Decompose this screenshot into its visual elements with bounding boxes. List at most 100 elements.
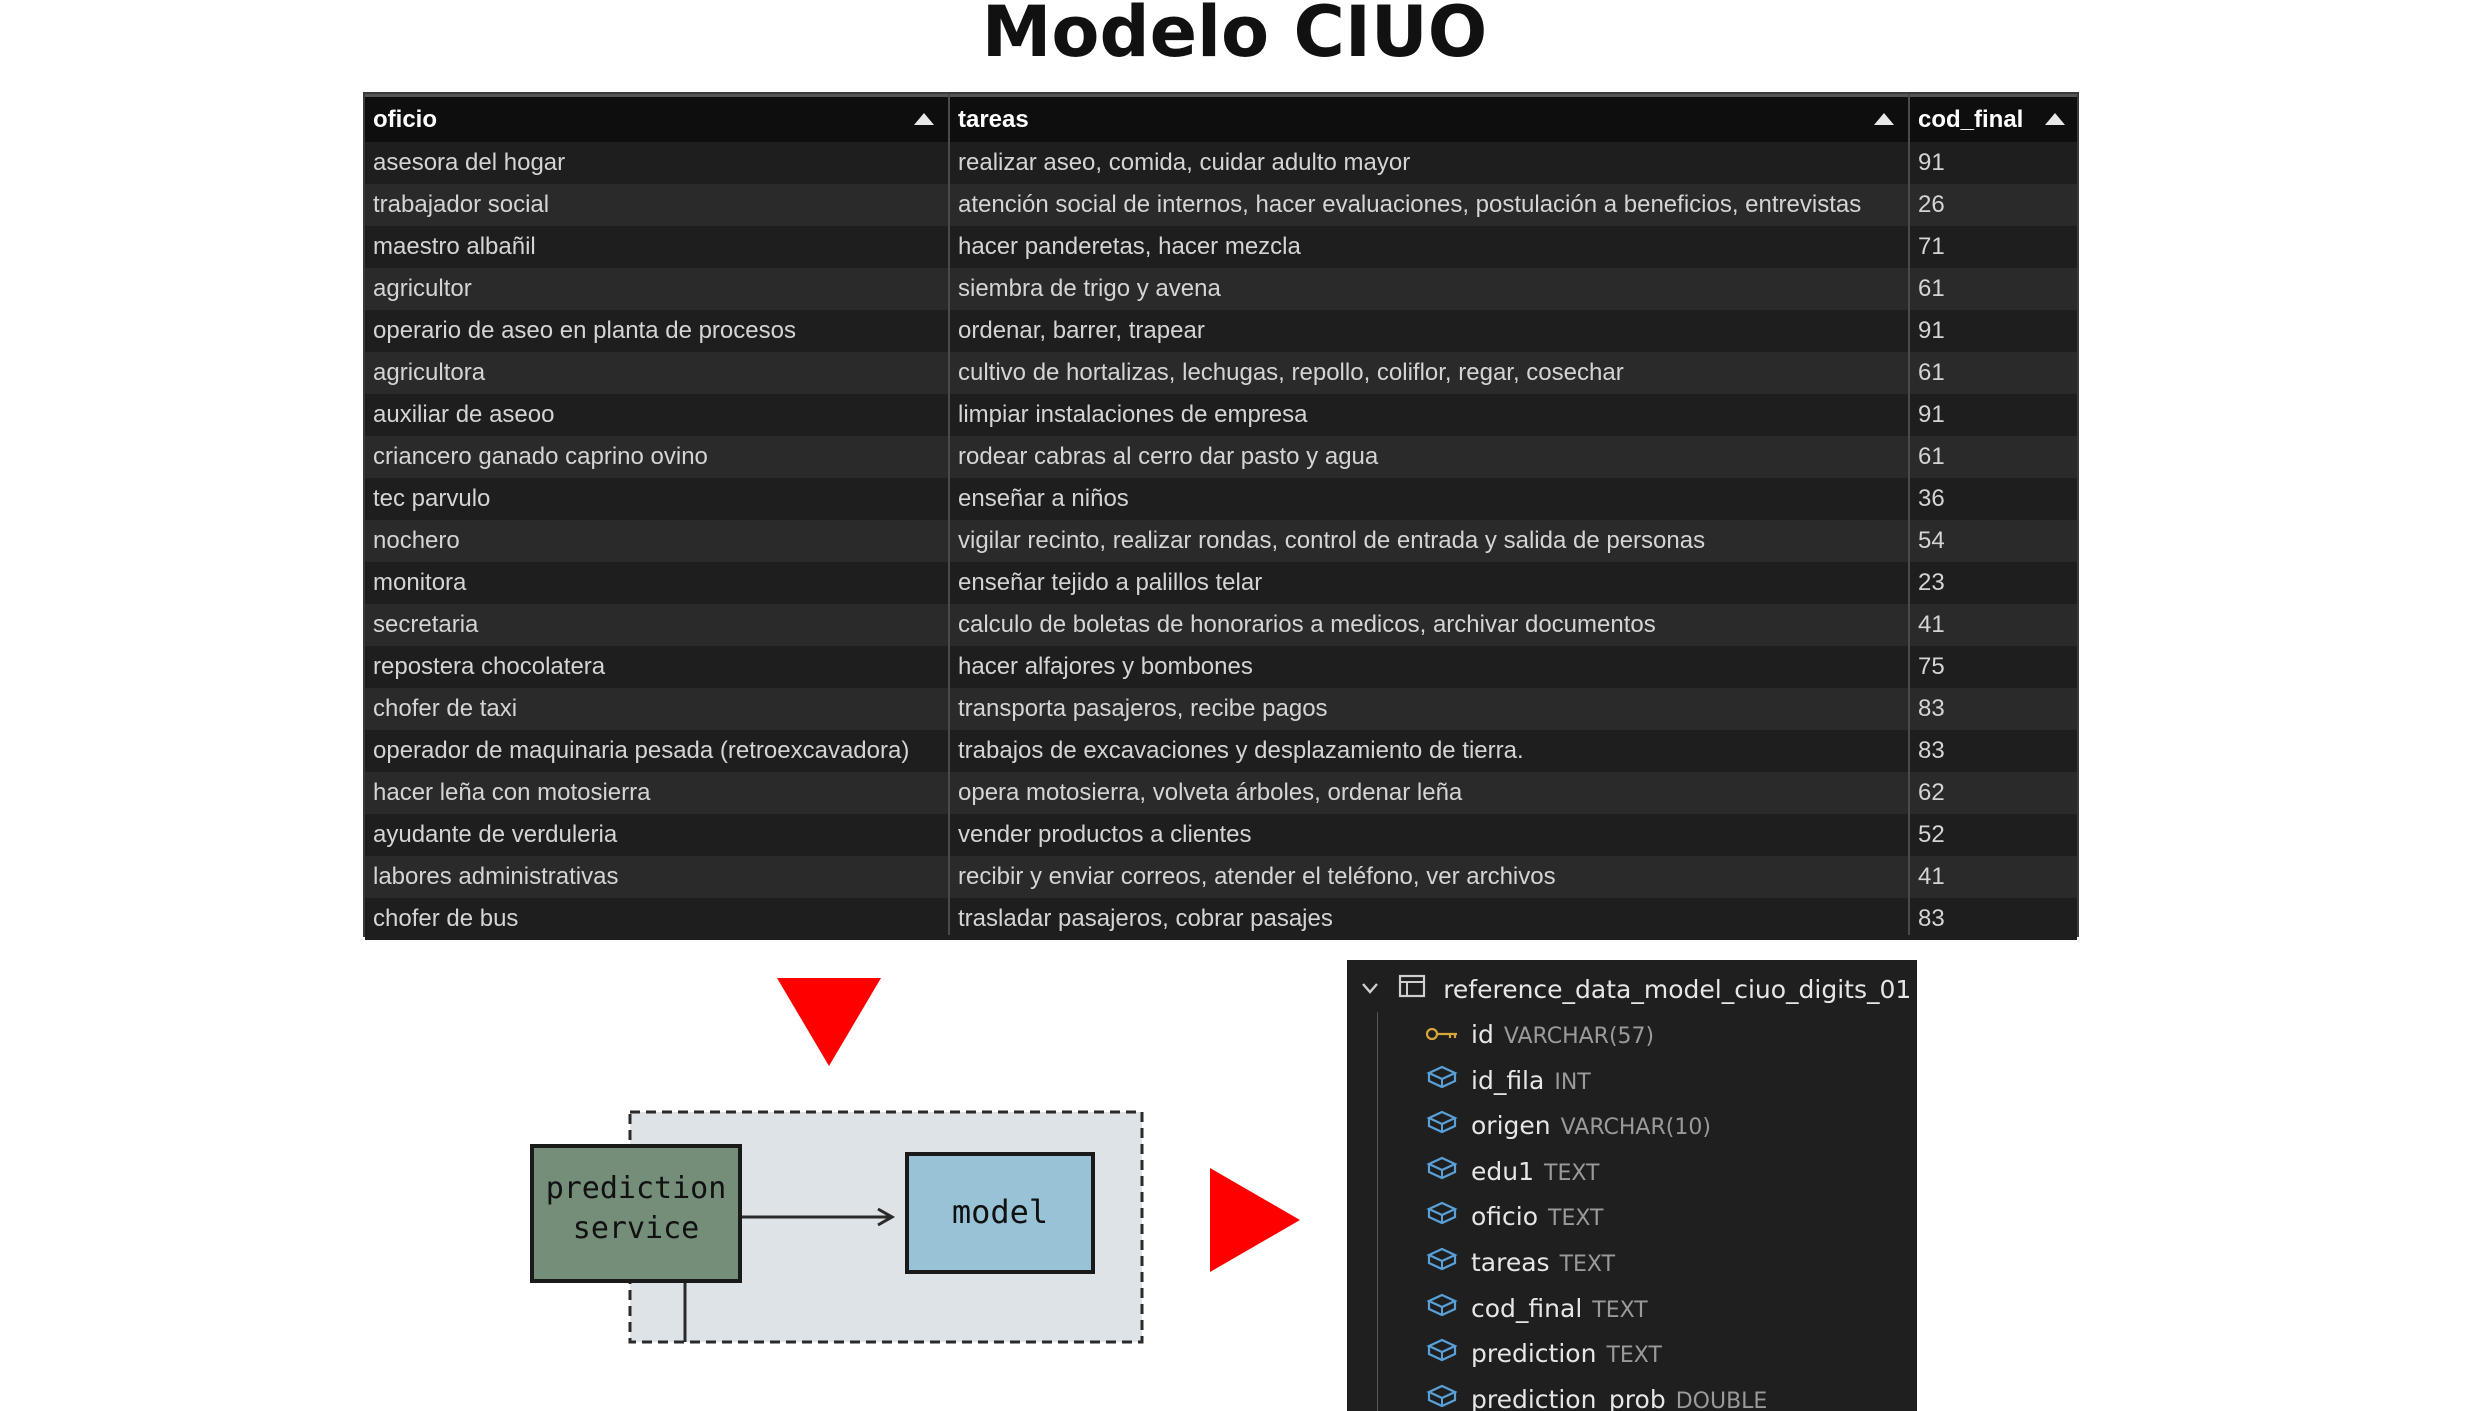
table-row[interactable]: operario de aseo en planta de procesos or…	[365, 310, 2077, 352]
table-cell-oficio[interactable]: operario de aseo en planta de procesos	[365, 310, 950, 352]
column-node[interactable]: prediction TEXT	[1425, 1334, 1662, 1374]
table-node[interactable]: reference_data_model_ciuo_digits_01	[1359, 970, 1911, 1010]
table-row[interactable]: auxiliar de aseoo limpiar instalaciones d…	[365, 394, 2077, 436]
table-cell-tareas[interactable]: atención social de internos, hacer evalu…	[950, 184, 1910, 226]
table-cell-tareas[interactable]: ordenar, barrer, trapear	[950, 310, 1910, 352]
table-cell-cod-final[interactable]: 61	[1910, 268, 2081, 310]
sort-ascending-icon[interactable]	[1874, 113, 1894, 125]
column-divider[interactable]	[948, 94, 950, 935]
table-row[interactable]: labores administrativas recibir y enviar …	[365, 856, 2077, 898]
table-cell-tareas[interactable]: calculo de boletas de honorarios a medic…	[950, 604, 1910, 646]
table-cell-oficio[interactable]: ayudante de verduleria	[365, 814, 950, 856]
table-cell-tareas[interactable]: trasladar pasajeros, cobrar pasajes	[950, 898, 1910, 940]
table-cell-cod-final[interactable]: 75	[1910, 646, 2081, 688]
table-cell-oficio[interactable]: criancero ganado caprino ovino	[365, 436, 950, 478]
table-cell-cod-final[interactable]: 71	[1910, 226, 2081, 268]
table-row[interactable]: operador de maquinaria pesada (retroexca…	[365, 730, 2077, 772]
table-cell-oficio[interactable]: tec parvulo	[365, 478, 950, 520]
table-cell-cod-final[interactable]: 83	[1910, 730, 2081, 772]
column-header-tareas[interactable]: tareas	[950, 97, 1910, 142]
column-node[interactable]: cod_final TEXT	[1425, 1289, 1648, 1329]
data-table: oficio tareas cod_final asesora del hoga…	[363, 92, 2081, 940]
table-row[interactable]: repostera chocolatera hacer alfajores y b…	[365, 646, 2077, 688]
table-cell-cod-final[interactable]: 83	[1910, 898, 2081, 940]
table-cell-tareas[interactable]: trabajos de excavaciones y desplazamient…	[950, 730, 1910, 772]
table-row[interactable]: chofer de bus trasladar pasajeros, cobrar…	[365, 898, 2077, 940]
table-cell-tareas[interactable]: enseñar tejido a palillos telar	[950, 562, 1910, 604]
table-cell-tareas[interactable]: rodear cabras al cerro dar pasto y agua	[950, 436, 1910, 478]
table-cell-oficio[interactable]: repostera chocolatera	[365, 646, 950, 688]
table-row[interactable]: nochero vigilar recinto, realizar rondas,…	[365, 520, 2077, 562]
table-cell-oficio[interactable]: maestro albañil	[365, 226, 950, 268]
table-cell-oficio[interactable]: monitora	[365, 562, 950, 604]
table-cell-cod-final[interactable]: 83	[1910, 688, 2081, 730]
table-cell-oficio[interactable]: chofer de taxi	[365, 688, 950, 730]
table-row[interactable]: tec parvulo enseñar a niños 36	[365, 478, 2077, 520]
table-cell-tareas[interactable]: opera motosierra, volveta árboles, orden…	[950, 772, 1910, 814]
table-row[interactable]: maestro albañil hacer panderetas, hacer m…	[365, 226, 2077, 268]
table-row[interactable]: hacer leña con motosierra opera motosierr…	[365, 772, 2077, 814]
table-cell-tareas[interactable]: recibir y enviar correos, atender el tel…	[950, 856, 1910, 898]
table-cell-tareas[interactable]: cultivo de hortalizas, lechugas, repollo…	[950, 352, 1910, 394]
table-cell-tareas[interactable]: vender productos a clientes	[950, 814, 1910, 856]
table-row[interactable]: chofer de taxi transporta pasajeros, reci…	[365, 688, 2077, 730]
table-row[interactable]: asesora del hogar realizar aseo, comida, …	[365, 142, 2077, 184]
column-node[interactable]: origen VARCHAR(10)	[1425, 1106, 1711, 1146]
schema-tree-panel: reference_data_model_ciuo_digits_01 id VA…	[1347, 960, 1917, 1411]
table-row[interactable]: ayudante de verduleria vender productos a…	[365, 814, 2077, 856]
sort-ascending-icon[interactable]	[914, 113, 934, 125]
table-cell-tareas[interactable]: transporta pasajeros, recibe pagos	[950, 688, 1910, 730]
table-cell-cod-final[interactable]: 41	[1910, 604, 2081, 646]
column-divider[interactable]	[1908, 94, 1910, 935]
column-header-oficio[interactable]: oficio	[365, 97, 950, 142]
table-cell-oficio[interactable]: agricultora	[365, 352, 950, 394]
table-cell-oficio[interactable]: nochero	[365, 520, 950, 562]
column-header-cod-final[interactable]: cod_final	[1910, 97, 2081, 142]
table-cell-cod-final[interactable]: 91	[1910, 310, 2081, 352]
table-cell-tareas[interactable]: hacer panderetas, hacer mezcla	[950, 226, 1910, 268]
table-cell-tareas[interactable]: enseñar a niños	[950, 478, 1910, 520]
table-cell-oficio[interactable]: operador de maquinaria pesada (retroexca…	[365, 730, 950, 772]
column-node[interactable]: tareas TEXT	[1425, 1243, 1615, 1283]
column-node[interactable]: id VARCHAR(57)	[1425, 1015, 1654, 1055]
column-node[interactable]: oficio TEXT	[1425, 1197, 1604, 1237]
table-cell-oficio[interactable]: labores administrativas	[365, 856, 950, 898]
table-row[interactable]: monitora enseñar tejido a palillos telar 2…	[365, 562, 2077, 604]
table-row[interactable]: secretaria calculo de boletas de honorari…	[365, 604, 2077, 646]
column-header-label: cod_final	[1918, 106, 2024, 133]
table-cell-cod-final[interactable]: 36	[1910, 478, 2081, 520]
right-arrow-icon	[1210, 1168, 1300, 1272]
column-name: oficio	[1471, 1202, 1539, 1232]
table-cell-oficio[interactable]: auxiliar de aseoo	[365, 394, 950, 436]
column-node[interactable]: id_fila INT	[1425, 1061, 1591, 1101]
table-cell-oficio[interactable]: hacer leña con motosierra	[365, 772, 950, 814]
table-row[interactable]: trabajador social atención social de inte…	[365, 184, 2077, 226]
column-node[interactable]: edu1 TEXT	[1425, 1152, 1599, 1192]
chevron-down-icon[interactable]	[1359, 974, 1381, 1014]
table-cell-oficio[interactable]: chofer de bus	[365, 898, 950, 940]
table-cell-tareas[interactable]: siembra de trigo y avena	[950, 268, 1910, 310]
table-cell-oficio[interactable]: trabajador social	[365, 184, 950, 226]
table-cell-cod-final[interactable]: 54	[1910, 520, 2081, 562]
table-cell-cod-final[interactable]: 41	[1910, 856, 2081, 898]
table-row[interactable]: agricultora cultivo de hortalizas, lechug…	[365, 352, 2077, 394]
table-cell-tareas[interactable]: limpiar instalaciones de empresa	[950, 394, 1910, 436]
table-row[interactable]: criancero ganado caprino ovino rodear cab…	[365, 436, 2077, 478]
table-cell-cod-final[interactable]: 91	[1910, 142, 2081, 184]
table-cell-oficio[interactable]: asesora del hogar	[365, 142, 950, 184]
table-cell-tareas[interactable]: realizar aseo, comida, cuidar adulto may…	[950, 142, 1910, 184]
table-cell-oficio[interactable]: agricultor	[365, 268, 950, 310]
table-cell-cod-final[interactable]: 61	[1910, 352, 2081, 394]
table-cell-cod-final[interactable]: 26	[1910, 184, 2081, 226]
table-cell-cod-final[interactable]: 23	[1910, 562, 2081, 604]
table-cell-tareas[interactable]: vigilar recinto, realizar rondas, contro…	[950, 520, 1910, 562]
sort-ascending-icon[interactable]	[2045, 113, 2065, 125]
table-cell-cod-final[interactable]: 52	[1910, 814, 2081, 856]
table-cell-oficio[interactable]: secretaria	[365, 604, 950, 646]
table-cell-cod-final[interactable]: 61	[1910, 436, 2081, 478]
column-node[interactable]: prediction_prob DOUBLE	[1425, 1380, 1767, 1411]
table-cell-tareas[interactable]: hacer alfajores y bombones	[950, 646, 1910, 688]
table-cell-cod-final[interactable]: 91	[1910, 394, 2081, 436]
table-row[interactable]: agricultor siembra de trigo y avena 61	[365, 268, 2077, 310]
table-cell-cod-final[interactable]: 62	[1910, 772, 2081, 814]
